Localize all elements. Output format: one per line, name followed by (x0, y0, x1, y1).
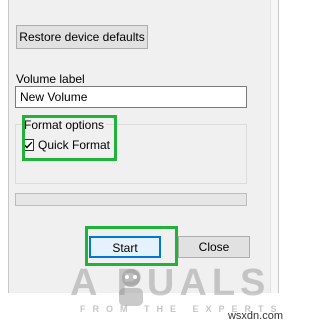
volume-label-caption: Volume label (16, 72, 85, 86)
highlight-start-button (85, 226, 178, 266)
watermark-logo: A PUALS (70, 262, 271, 304)
highlight-format-options (22, 115, 117, 161)
close-button[interactable]: Close (178, 236, 250, 258)
dialog-scrollbar[interactable] (270, 0, 278, 293)
restore-defaults-button[interactable]: Restore device defaults (16, 25, 148, 49)
volume-label-input[interactable]: New Volume (15, 86, 247, 108)
site-watermark: wsxdn.com (227, 310, 283, 322)
format-progress-bar (15, 193, 247, 206)
